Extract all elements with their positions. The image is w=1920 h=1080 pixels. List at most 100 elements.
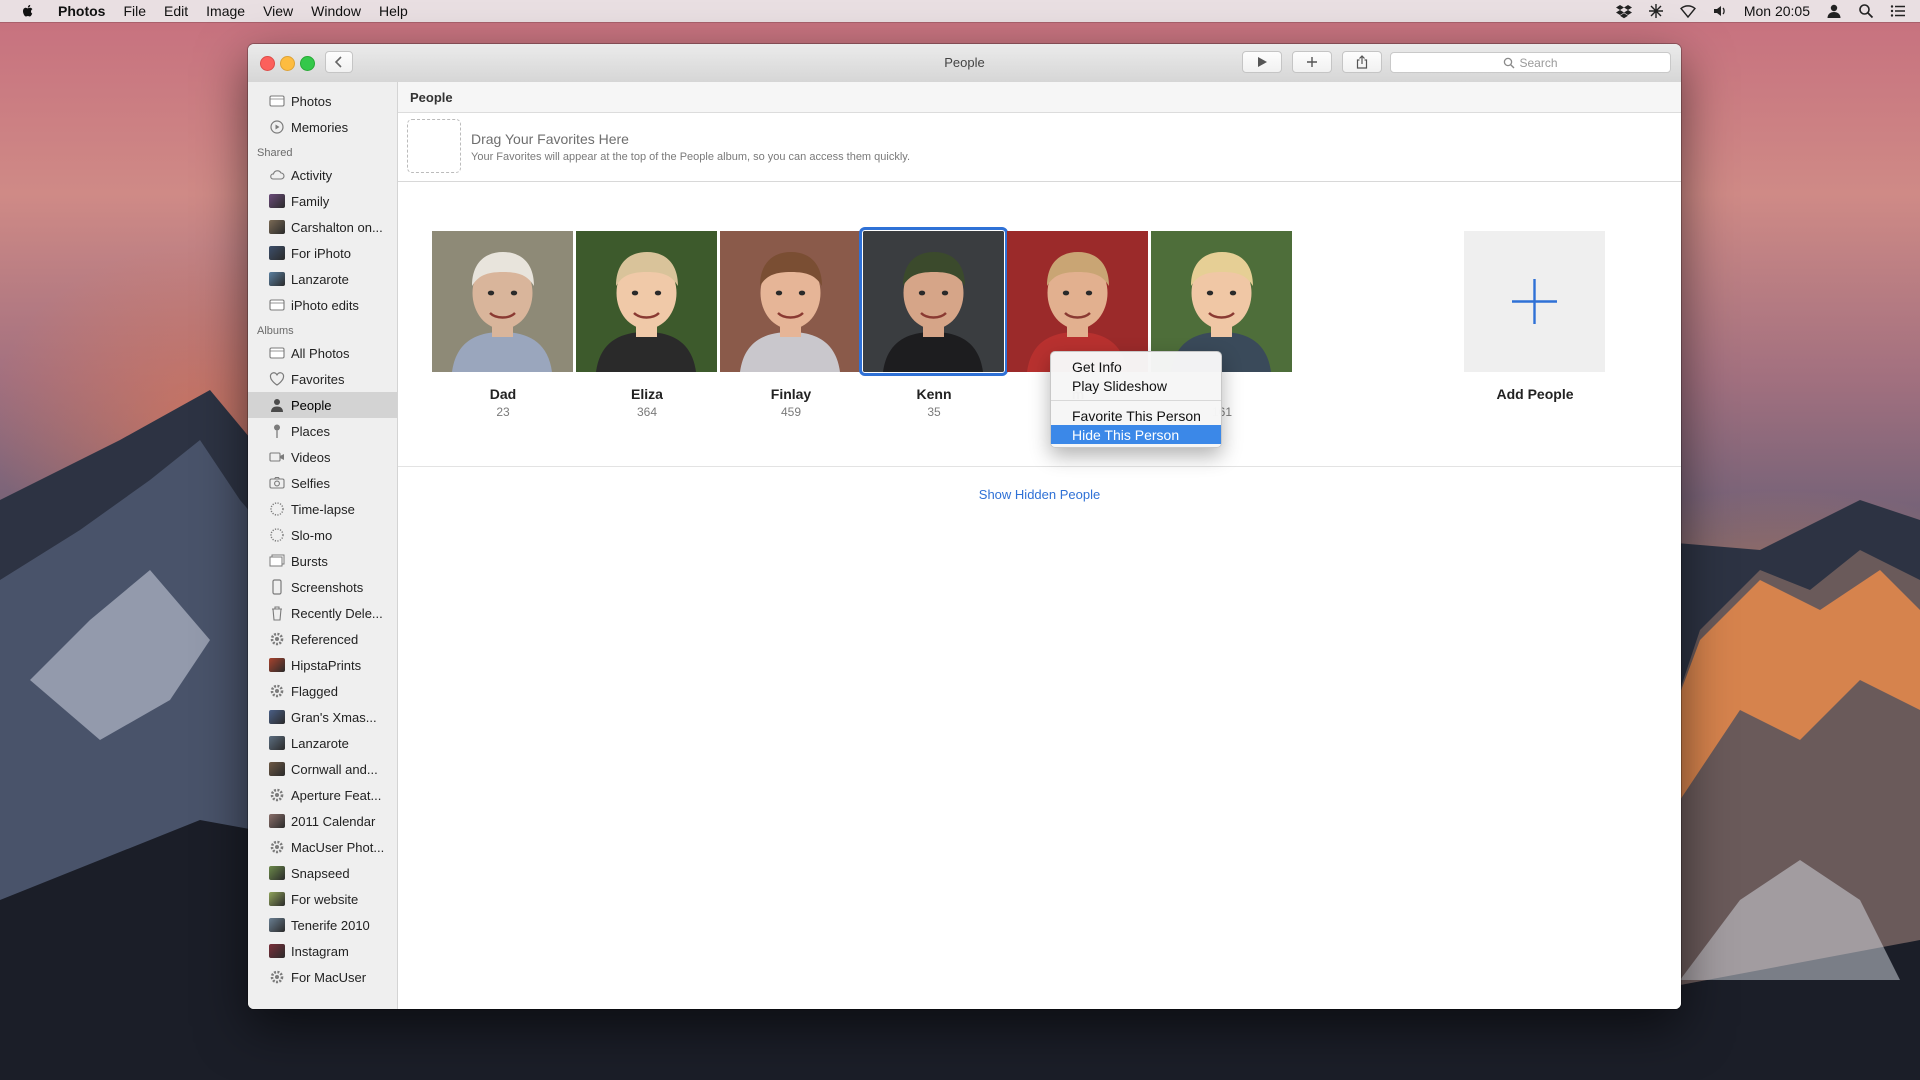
sidebar-item-for-macuser[interactable]: For MacUser: [248, 964, 397, 990]
sidebar-item-family[interactable]: Family: [248, 188, 397, 214]
album-thumbnail-icon: [269, 735, 285, 751]
person-photo[interactable]: [859, 227, 1008, 376]
sidebar-item-photos[interactable]: Photos: [248, 88, 397, 114]
person-photo[interactable]: [432, 231, 573, 372]
sidebar-item-memories[interactable]: Memories: [248, 114, 397, 140]
sidebar-item-flagged[interactable]: Flagged: [248, 678, 397, 704]
favorites-subtitle: Your Favorites will appear at the top of…: [471, 151, 911, 163]
person-photo[interactable]: [720, 231, 861, 372]
user-icon[interactable]: [1826, 3, 1842, 19]
menu-item-play-slideshow[interactable]: Play Slideshow: [1051, 376, 1221, 395]
album-thumbnail-icon: [269, 219, 285, 235]
sidebar-item-iphoto-edits[interactable]: iPhoto edits: [248, 292, 397, 318]
menu-window[interactable]: Window: [311, 3, 361, 19]
sidebar-item-for-iphoto[interactable]: For iPhoto: [248, 240, 397, 266]
heart-icon: [269, 371, 285, 387]
sidebar-item-carshalton-on[interactable]: Carshalton on...: [248, 214, 397, 240]
trash-icon: [269, 605, 285, 621]
menu-item-hide-this-person[interactable]: Hide This Person: [1051, 425, 1221, 444]
sidebar-item-videos[interactable]: Videos: [248, 444, 397, 470]
search-field[interactable]: Search: [1390, 52, 1671, 73]
volume-icon[interactable]: [1712, 3, 1728, 19]
wifi-icon[interactable]: [1679, 3, 1696, 19]
share-button[interactable]: [1342, 51, 1382, 73]
sidebar-item-bursts[interactable]: Bursts: [248, 548, 397, 574]
favorites-drop-area[interactable]: Drag Your Favorites Here Your Favorites …: [398, 113, 1681, 182]
sidebar-item-label: For iPhoto: [291, 245, 351, 261]
sidebar-item-label: Flagged: [291, 683, 338, 699]
sidebar-item-label: Cornwall and...: [291, 761, 378, 777]
sidebar-item-for-website[interactable]: For website: [248, 886, 397, 912]
menubar-clock[interactable]: Mon 20:05: [1744, 3, 1810, 19]
add-button[interactable]: [1292, 51, 1332, 73]
sidebar-item-cornwall-and[interactable]: Cornwall and...: [248, 756, 397, 782]
photos-icon: [269, 93, 285, 109]
menu-bar: Photos File Edit Image View Window Help …: [0, 0, 1920, 22]
sidebar-item-label: Bursts: [291, 553, 328, 569]
sidebar-item-favorites[interactable]: Favorites: [248, 366, 397, 392]
face-portrait: [720, 231, 861, 372]
plus-icon: [1512, 279, 1557, 324]
face-portrait: [576, 231, 717, 372]
sidebar-item-label: For MacUser: [291, 969, 367, 985]
sidebar-item-hipstaprints[interactable]: HipstaPrints: [248, 652, 397, 678]
menu-file[interactable]: File: [123, 3, 146, 19]
sidebar-item-label: Places: [291, 423, 331, 439]
notification-center-icon[interactable]: [1890, 3, 1906, 19]
sidebar-item-recently-dele[interactable]: Recently Dele...: [248, 600, 397, 626]
sidebar-item-all-photos[interactable]: All Photos: [248, 340, 397, 366]
sidebar-item-time-lapse[interactable]: Time-lapse: [248, 496, 397, 522]
sidebar-item-label: Aperture Feat...: [291, 787, 382, 803]
sidebar-item-places[interactable]: Places: [248, 418, 397, 444]
sidebar-item-lanzarote[interactable]: Lanzarote: [248, 730, 397, 756]
dropbox-icon[interactable]: [1615, 3, 1632, 19]
play-slideshow-button[interactable]: [1242, 51, 1282, 73]
app-menu-photos[interactable]: Photos: [58, 3, 105, 19]
apple-menu-icon[interactable]: [20, 3, 36, 19]
gear-icon: [269, 969, 285, 985]
menu-item-favorite-this-person[interactable]: Favorite This Person: [1051, 406, 1221, 425]
add-people-button[interactable]: [1464, 231, 1605, 372]
favorites-title: Drag Your Favorites Here: [471, 131, 629, 147]
sidebar-item-tenerife-2010[interactable]: Tenerife 2010: [248, 912, 397, 938]
sidebar-item-aperture-feat[interactable]: Aperture Feat...: [248, 782, 397, 808]
bursts-icon: [269, 553, 285, 569]
sidebar-item-label: 2011 Calendar: [291, 813, 376, 829]
network-icon[interactable]: [1648, 3, 1664, 19]
pin-icon: [269, 423, 285, 439]
sidebar-item-gran-s-xmas[interactable]: Gran's Xmas...: [248, 704, 397, 730]
gear-icon: [269, 683, 285, 699]
menu-image[interactable]: Image: [206, 3, 245, 19]
sidebar-item-lanzarote[interactable]: Lanzarote: [248, 266, 397, 292]
sidebar-item-label: People: [291, 397, 332, 413]
menu-item-get-info[interactable]: Get Info: [1051, 357, 1221, 376]
sidebar-item-snapseed[interactable]: Snapseed: [248, 860, 397, 886]
sidebar-item-people[interactable]: People: [248, 392, 397, 418]
sidebar-item-instagram[interactable]: Instagram: [248, 938, 397, 964]
album-thumbnail-icon: [269, 865, 285, 881]
menu-edit[interactable]: Edit: [164, 3, 188, 19]
person-photo[interactable]: [576, 231, 717, 372]
sidebar-item-2011-calendar[interactable]: 2011 Calendar: [248, 808, 397, 834]
sidebar-item-macuser-phot[interactable]: MacUser Phot...: [248, 834, 397, 860]
menu-help[interactable]: Help: [379, 3, 408, 19]
person-photo-count: 35: [927, 405, 941, 419]
spotlight-search-icon[interactable]: [1858, 3, 1874, 19]
sidebar-item-selfies[interactable]: Selfies: [248, 470, 397, 496]
menu-view[interactable]: View: [263, 3, 293, 19]
sidebar-item-referenced[interactable]: Referenced: [248, 626, 397, 652]
video-icon: [269, 449, 285, 465]
sidebar-item-slo-mo[interactable]: Slo-mo: [248, 522, 397, 548]
sidebar-item-label: Lanzarote: [291, 271, 349, 287]
sidebar-item-label: Photos: [291, 93, 332, 109]
sidebar-item-screenshots[interactable]: Screenshots: [248, 574, 397, 600]
favorites-drop-target[interactable]: [407, 119, 461, 173]
album-icon: [269, 297, 285, 313]
sidebar-item-label: MacUser Phot...: [291, 839, 385, 855]
sidebar-item-activity[interactable]: Activity: [248, 162, 397, 188]
show-hidden-people-link[interactable]: Show Hidden People: [398, 487, 1681, 502]
sidebar-item-label: Instagram: [291, 943, 349, 959]
album-thumbnail-icon: [269, 943, 285, 959]
sidebar-section-albums: Albums: [257, 325, 294, 337]
title-bar: People Search: [248, 44, 1681, 83]
